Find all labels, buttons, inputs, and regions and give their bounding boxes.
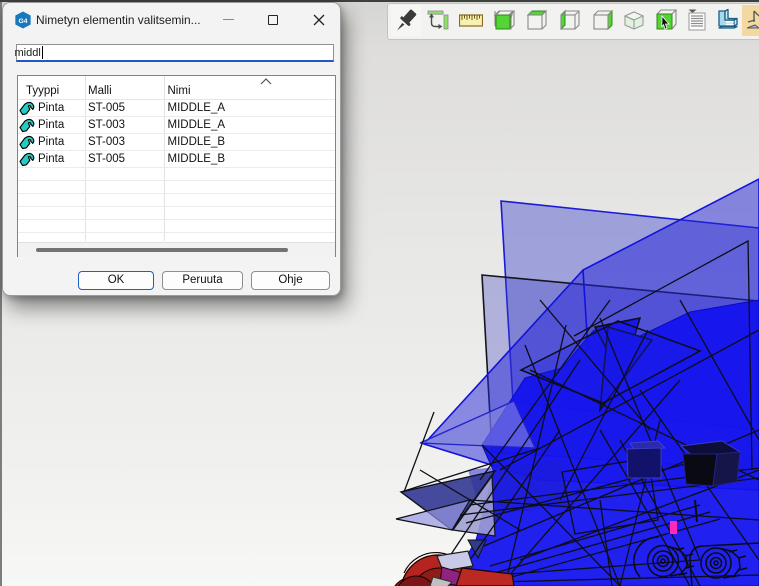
svg-text:G4: G4 bbox=[18, 17, 27, 24]
